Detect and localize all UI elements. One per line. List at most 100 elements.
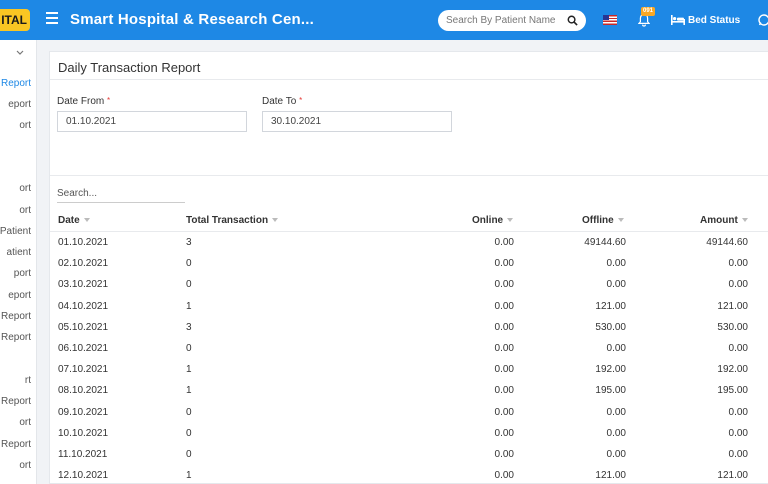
online-cell: 0.00 [494,300,514,312]
patient-search-input[interactable] [446,15,562,26]
online-cell: 0.00 [494,279,514,291]
date-cell: 06.10.2021 [58,342,109,354]
date-from-label: Date From * [57,96,111,107]
offline-cell: 0.00 [606,279,626,291]
total-transaction-cell: 1 [186,470,192,482]
sidebar-item[interactable]: eport [8,290,31,301]
sidebar-item[interactable]: ort [19,205,31,216]
column-header-offline[interactable]: Offline [582,215,624,226]
date-cell: 12.10.2021 [58,470,109,482]
date-cell: 11.10.2021 [58,448,108,460]
date-cell: 10.10.2021 [58,427,109,439]
sort-icon [507,218,514,223]
sidebar-item[interactable]: ort [19,120,31,131]
amount-cell: 0.00 [728,279,748,291]
online-cell: 0.00 [494,321,514,333]
online-cell: 0.00 [494,385,514,397]
table-row: 05.10.2021 3 0.00 530.00 530.00 [50,317,768,338]
bed-icon[interactable] [671,15,685,25]
sidebar-item[interactable]: Report [1,439,31,450]
logo-text: ITAL [1,13,27,27]
table-row: 09.10.2021 0 0.00 0.00 0.00 [50,402,768,423]
table-row: 01.10.2021 3 0.00 49144.60 49144.60 [50,232,768,253]
bed-status-button[interactable]: Bed Status [688,15,740,26]
sort-icon [617,218,624,223]
sidebar-item[interactable]: atient [7,247,31,258]
offline-cell: 0.00 [606,258,626,270]
offline-cell: 0.00 [606,427,626,439]
offline-cell: 121.00 [595,300,626,312]
offline-cell: 0.00 [606,406,626,418]
date-from-input[interactable] [57,111,247,132]
column-header-amount[interactable]: Amount [700,215,748,226]
date-to-input[interactable] [262,111,452,132]
sidebar-item-daily-transaction-report[interactable]: Report [1,78,31,89]
amount-cell: 530.00 [717,321,748,333]
date-cell: 05.10.2021 [58,321,109,333]
date-cell: 09.10.2021 [58,406,109,418]
online-cell: 0.00 [494,448,514,460]
total-transaction-cell: 0 [186,427,192,439]
total-transaction-cell: 0 [186,279,192,291]
sidebar-item[interactable]: ort [19,460,31,471]
patient-search-box [438,10,586,31]
sidebar-item[interactable]: t Report [0,311,31,322]
amount-cell: 0.00 [728,448,748,460]
online-cell: 0.00 [494,342,514,354]
date-cell: 07.10.2021 [58,364,109,376]
table-row: 02.10.2021 0 0.00 0.00 0.00 [50,253,768,274]
total-transaction-cell: 1 [186,385,192,397]
offline-cell: 530.00 [595,321,626,333]
online-cell: 0.00 [494,258,514,270]
column-header-date[interactable]: Date [58,215,90,226]
sidebar-item[interactable]: ort [19,417,31,428]
total-transaction-cell: 3 [186,321,192,333]
chevron-down-icon[interactable] [16,50,24,56]
sidebar-item[interactable]: Report [1,396,31,407]
date-to-label: Date To * [262,96,303,107]
table-search-input[interactable] [57,185,185,203]
total-transaction-cell: 1 [186,364,192,376]
online-cell: 0.00 [494,364,514,376]
us-flag-icon[interactable] [603,15,617,25]
offline-cell: 192.00 [595,364,626,376]
app-title: Smart Hospital & Research Cen... [70,11,314,28]
sidebar: Report eport ort ort ort Patient atient … [0,40,37,484]
amount-cell: 49144.60 [706,237,748,248]
sidebar-item[interactable]: ort [19,183,31,194]
table-row: 07.10.2021 1 0.00 192.00 192.00 [50,359,768,380]
chat-icon[interactable] [758,14,768,26]
column-header-online[interactable]: Online [472,215,514,226]
offline-cell: 121.00 [595,470,626,482]
divider [50,79,768,80]
table-row: 12.10.2021 1 0.00 121.00 121.00 [50,465,768,484]
sidebar-item[interactable]: eport [8,99,31,110]
table-row: 10.10.2021 0 0.00 0.00 0.00 [50,423,768,444]
total-transaction-cell: 0 [186,448,192,460]
column-header-total-transaction[interactable]: Total Transaction [186,215,279,226]
date-cell: 03.10.2021 [58,279,109,291]
logo[interactable]: ITAL [0,9,30,31]
total-transaction-cell: 1 [186,300,192,312]
search-icon[interactable] [567,15,578,26]
total-transaction-cell: 0 [186,406,192,418]
sidebar-item[interactable]: Patient [0,226,31,237]
amount-cell: 0.00 [728,258,748,270]
amount-cell: 0.00 [728,427,748,439]
table-row: 04.10.2021 1 0.00 121.00 121.00 [50,296,768,317]
online-cell: 0.00 [494,427,514,439]
sidebar-item[interactable]: Report [1,332,31,343]
sidebar-item[interactable]: port [14,268,31,279]
report-card: Daily Transaction Report Date From * Dat… [49,51,768,484]
amount-cell: 121.00 [717,300,748,312]
sidebar-item[interactable]: rt [25,375,31,386]
amount-cell: 121.00 [717,470,748,482]
top-navbar: ITAL Smart Hospital & Research Cen... 09… [0,0,768,40]
amount-cell: 0.00 [728,406,748,418]
total-transaction-cell: 3 [186,237,192,248]
date-cell: 04.10.2021 [58,300,109,312]
hamburger-icon[interactable] [46,12,58,26]
table-row: 06.10.2021 0 0.00 0.00 0.00 [50,338,768,359]
sort-icon [741,218,748,223]
table-row: 08.10.2021 1 0.00 195.00 195.00 [50,380,768,401]
